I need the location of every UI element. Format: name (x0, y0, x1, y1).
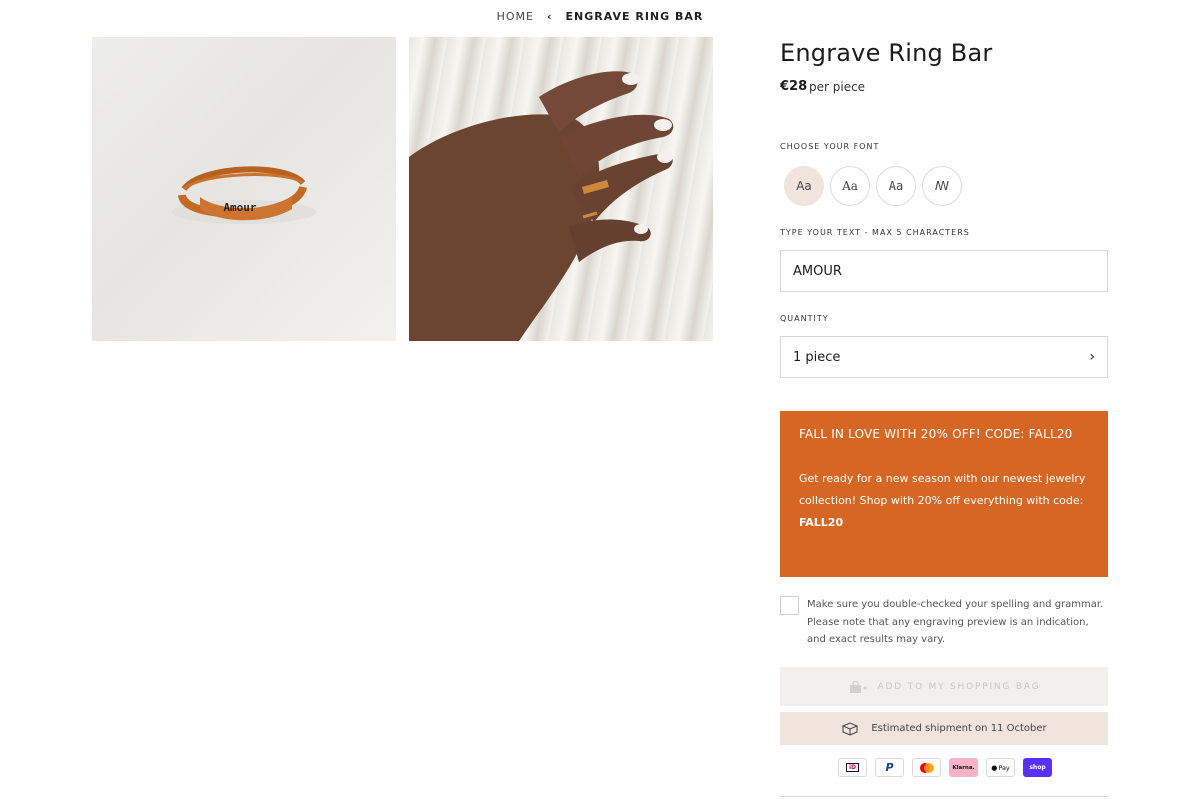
shipment-banner: Estimated shipment on 11 October (780, 712, 1108, 745)
promo-body: Get ready for a new season with our newe… (799, 472, 1086, 507)
quantity-value: 1 piece (793, 349, 841, 365)
breadcrumb-current: ENGRAVE RING BAR (565, 10, 704, 23)
shoppay-icon: shop (1023, 758, 1052, 777)
chevron-right-icon: › (1089, 349, 1095, 365)
breadcrumb: HOME ‹ ENGRAVE RING BAR (0, 10, 1200, 23)
klarna-icon: Klarna. (949, 758, 978, 777)
box-icon (842, 721, 859, 736)
product-price: €28 (780, 79, 808, 94)
paypal-icon: P (875, 758, 904, 777)
mastercard-icon (912, 758, 941, 777)
quantity-select[interactable]: 1 piece › (780, 336, 1108, 378)
font-option-typewriter[interactable]: Aa (876, 166, 916, 206)
applepay-icon: ● Pay (986, 758, 1015, 777)
text-field-label: TYPE YOUR TEXT - MAX 5 CHARACTERS (780, 228, 970, 237)
promo-banner: FALL IN LOVE WITH 20% OFF! CODE: FALL20 … (780, 411, 1108, 577)
font-option-sans[interactable]: Aa (784, 166, 824, 206)
add-to-bag-label: ADD TO MY SHOPPING BAG (877, 681, 1041, 692)
ring-engraving-text: Amour (223, 201, 256, 214)
confirmation-text: Make sure you double-checked your spelli… (807, 599, 1104, 645)
payment-methods: iD P Klarna. ● Pay shop (838, 758, 1052, 777)
confirmation-checkbox[interactable] (780, 596, 799, 615)
promo-title: FALL IN LOVE WITH 20% OFF! CODE: FALL20 (799, 427, 1073, 441)
breadcrumb-home-link[interactable]: HOME (497, 10, 534, 23)
hand-illustration (409, 71, 674, 341)
font-option-serif[interactable]: Aa (830, 166, 870, 206)
breadcrumb-chevron-icon: ‹ (546, 10, 553, 23)
font-picker-label: CHOOSE YOUR FONT (780, 142, 880, 151)
add-to-bag-button[interactable]: ADD TO MY SHOPPING BAG (780, 667, 1108, 706)
font-picker: Aa Aa Aa ꟿ (784, 166, 962, 206)
quantity-label: QUANTITY (780, 314, 829, 323)
engraving-text-input[interactable]: AMOUR (780, 250, 1108, 292)
bag-plus-icon (849, 680, 867, 693)
font-option-script[interactable]: ꟿ (922, 166, 962, 206)
divider (780, 796, 1108, 797)
shipment-text: Estimated shipment on 11 October (871, 723, 1047, 734)
product-image-hand[interactable] (409, 37, 713, 341)
ideal-icon: iD (838, 758, 867, 777)
promo-code: FALL20 (799, 516, 844, 529)
ring-illustration: Amour (172, 166, 316, 224)
price-unit: per piece (809, 80, 866, 94)
product-title: Engrave Ring Bar (780, 39, 993, 67)
product-image-ring[interactable]: Amour (92, 37, 396, 341)
